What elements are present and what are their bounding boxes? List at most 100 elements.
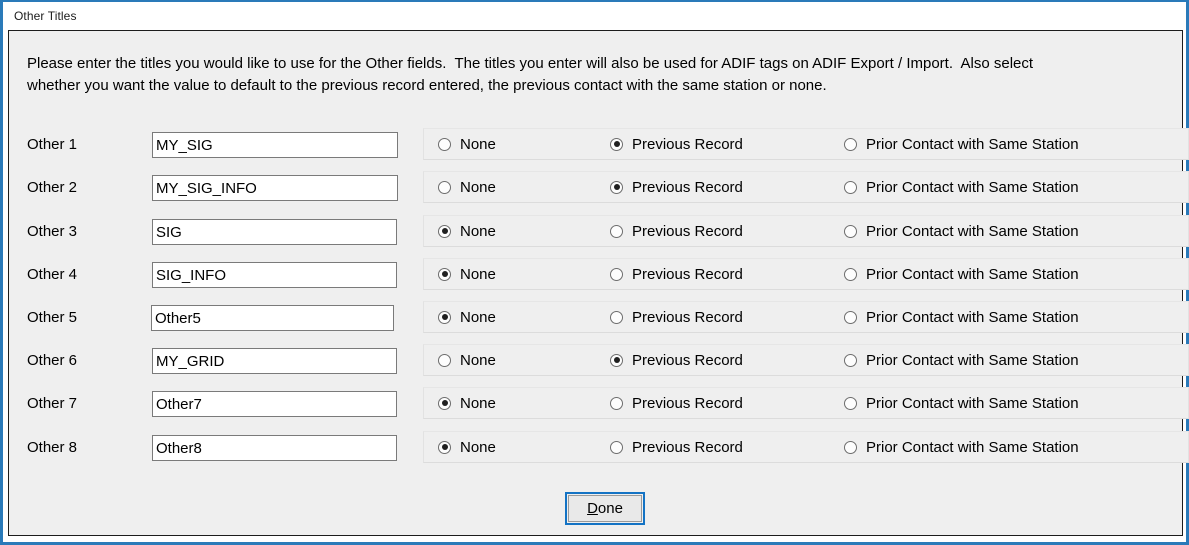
radio-option-prior-contact-other-7[interactable]: Prior Contact with Same Station: [844, 388, 1079, 418]
row-label-other-1: Other 1: [27, 136, 78, 153]
radio-option-none-other-1[interactable]: None: [438, 129, 496, 159]
radio-option-label: Previous Record: [632, 265, 743, 283]
radio-option-label: Previous Record: [632, 222, 743, 240]
radio-none-icon[interactable]: [438, 137, 451, 151]
radio-prior-contact-icon[interactable]: [844, 137, 857, 151]
radio-option-none-other-5[interactable]: None: [438, 302, 496, 332]
radio-previous-record-icon[interactable]: [610, 353, 623, 367]
window-title: Other Titles: [14, 9, 77, 23]
radio-option-prior-contact-other-8[interactable]: Prior Contact with Same Station: [844, 432, 1079, 462]
radio-prior-contact-icon[interactable]: [844, 180, 857, 194]
title-input-other-7[interactable]: [152, 391, 397, 417]
radio-previous-record-icon[interactable]: [610, 310, 623, 324]
radio-option-none-other-6[interactable]: None: [438, 345, 496, 375]
radio-option-previous-record-other-1[interactable]: Previous Record: [610, 129, 743, 159]
row-label-other-3: Other 3: [27, 223, 78, 240]
done-button-label: one: [597, 500, 623, 517]
radio-prior-contact-icon[interactable]: [844, 310, 857, 324]
radio-option-previous-record-other-6[interactable]: Previous Record: [610, 345, 743, 375]
title-input-other-4[interactable]: [152, 262, 397, 288]
radio-previous-record-icon[interactable]: [610, 180, 623, 194]
radio-option-label: None: [460, 438, 496, 456]
radio-option-previous-record-other-5[interactable]: Previous Record: [610, 302, 743, 332]
radio-option-prior-contact-other-1[interactable]: Prior Contact with Same Station: [844, 129, 1079, 159]
radio-none-icon[interactable]: [438, 180, 451, 194]
done-button[interactable]: Done: [568, 495, 642, 522]
radio-none-icon[interactable]: [438, 396, 451, 410]
radio-previous-record-icon[interactable]: [610, 396, 623, 410]
title-input-other-3[interactable]: [152, 219, 397, 245]
radio-option-label: None: [460, 265, 496, 283]
radio-prior-contact-icon[interactable]: [844, 440, 857, 454]
window-titlebar: Other Titles: [3, 2, 1186, 30]
instructions-line-2: whether you want the value to default to…: [27, 77, 827, 94]
radio-option-none-other-3[interactable]: None: [438, 216, 496, 246]
title-input-other-6[interactable]: [152, 348, 397, 374]
radio-option-label: None: [460, 394, 496, 412]
radio-option-label: Previous Record: [632, 135, 743, 153]
title-input-other-2[interactable]: [152, 175, 398, 201]
title-input-other-5[interactable]: [151, 305, 394, 331]
default-source-group-other-3: None Previous Record Prior Contact with Sa…: [423, 215, 1189, 247]
radio-option-previous-record-other-2[interactable]: Previous Record: [610, 172, 743, 202]
radio-option-label: None: [460, 351, 496, 369]
title-input-other-1[interactable]: [152, 132, 398, 158]
radio-previous-record-icon[interactable]: [610, 267, 623, 281]
row-label-other-6: Other 6: [27, 352, 78, 369]
row-label-other-8: Other 8: [27, 439, 78, 456]
done-button-focus-ring: Done: [565, 492, 645, 525]
radio-option-prior-contact-other-6[interactable]: Prior Contact with Same Station: [844, 345, 1079, 375]
radio-prior-contact-icon[interactable]: [844, 267, 857, 281]
radio-option-previous-record-other-4[interactable]: Previous Record: [610, 259, 743, 289]
radio-none-icon[interactable]: [438, 440, 451, 454]
radio-option-previous-record-other-8[interactable]: Previous Record: [610, 432, 743, 462]
radio-prior-contact-icon[interactable]: [844, 353, 857, 367]
radio-option-label: None: [460, 178, 496, 196]
other-title-row: Other 3 None Previous Record Prior Contact …: [9, 213, 1189, 253]
radio-option-none-other-7[interactable]: None: [438, 388, 496, 418]
radio-previous-record-icon[interactable]: [610, 224, 623, 238]
radio-none-icon[interactable]: [438, 267, 451, 281]
radio-option-none-other-2[interactable]: None: [438, 172, 496, 202]
radio-none-icon[interactable]: [438, 224, 451, 238]
radio-option-previous-record-other-7[interactable]: Previous Record: [610, 388, 743, 418]
radio-option-label: Prior Contact with Same Station: [866, 438, 1079, 456]
row-label-other-5: Other 5: [27, 309, 78, 326]
radio-option-none-other-4[interactable]: None: [438, 259, 496, 289]
other-title-row: Other 2 None Previous Record Prior Contact …: [9, 169, 1189, 209]
radio-option-label: Previous Record: [632, 394, 743, 412]
radio-option-label: None: [460, 222, 496, 240]
default-source-group-other-2: None Previous Record Prior Contact with Sa…: [423, 171, 1189, 203]
row-label-other-7: Other 7: [27, 395, 78, 412]
radio-option-prior-contact-other-3[interactable]: Prior Contact with Same Station: [844, 216, 1079, 246]
radio-option-label: Prior Contact with Same Station: [866, 265, 1079, 283]
default-source-group-other-6: None Previous Record Prior Contact with Sa…: [423, 344, 1189, 376]
radio-previous-record-icon[interactable]: [610, 137, 623, 151]
default-source-group-other-8: None Previous Record Prior Contact with Sa…: [423, 431, 1189, 463]
radio-option-label: Prior Contact with Same Station: [866, 222, 1079, 240]
radio-option-label: Previous Record: [632, 308, 743, 326]
done-button-accelerator: D: [587, 500, 598, 517]
row-label-other-2: Other 2: [27, 179, 78, 196]
radio-option-none-other-8[interactable]: None: [438, 432, 496, 462]
default-source-group-other-1: None Previous Record Prior Contact with Sa…: [423, 128, 1189, 160]
other-title-row: Other 1 None Previous Record Prior Contact …: [9, 126, 1189, 166]
radio-none-icon[interactable]: [438, 353, 451, 367]
radio-option-prior-contact-other-4[interactable]: Prior Contact with Same Station: [844, 259, 1079, 289]
radio-prior-contact-icon[interactable]: [844, 224, 857, 238]
radio-prior-contact-icon[interactable]: [844, 396, 857, 410]
radio-previous-record-icon[interactable]: [610, 440, 623, 454]
radio-option-prior-contact-other-5[interactable]: Prior Contact with Same Station: [844, 302, 1079, 332]
radio-none-icon[interactable]: [438, 310, 451, 324]
radio-option-label: Prior Contact with Same Station: [866, 135, 1079, 153]
radio-option-label: None: [460, 135, 496, 153]
radio-option-label: Previous Record: [632, 351, 743, 369]
row-label-other-4: Other 4: [27, 266, 78, 283]
other-title-row: Other 7 None Previous Record Prior Contact …: [9, 385, 1189, 425]
radio-option-previous-record-other-3[interactable]: Previous Record: [610, 216, 743, 246]
radio-option-label: Prior Contact with Same Station: [866, 308, 1079, 326]
radio-option-label: Previous Record: [632, 178, 743, 196]
title-input-other-8[interactable]: [152, 435, 397, 461]
other-title-row: Other 5 None Previous Record Prior Contact …: [9, 299, 1189, 339]
radio-option-prior-contact-other-2[interactable]: Prior Contact with Same Station: [844, 172, 1079, 202]
